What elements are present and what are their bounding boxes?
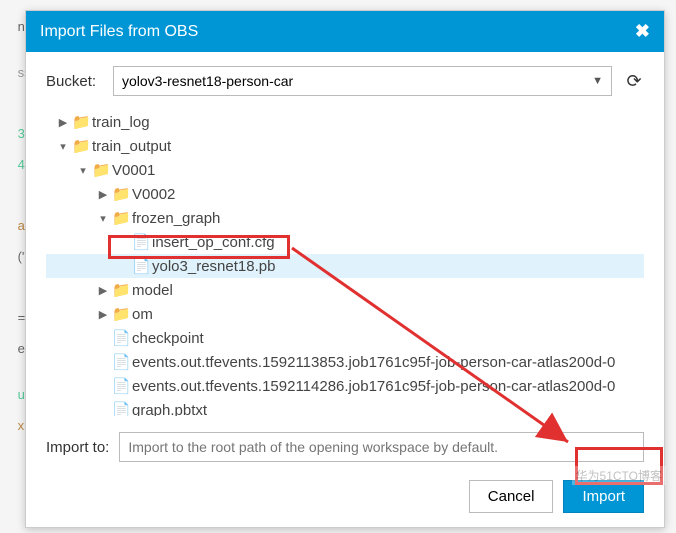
file-icon: 📄: [112, 377, 130, 395]
folder-icon: 📁: [112, 209, 130, 227]
chevron-down-icon: ▼: [592, 75, 603, 87]
tree-node-v0001[interactable]: ▾📁V0001: [46, 158, 644, 182]
refresh-icon[interactable]: ⟳: [624, 71, 644, 91]
bucket-select[interactable]: yolov3-resnet18-person-car ▼: [113, 66, 612, 96]
dialog-title: Import Files from OBS: [40, 23, 198, 41]
folder-icon: 📁: [72, 113, 90, 131]
tree-node-v0002[interactable]: ▶📁V0002: [46, 182, 644, 206]
tree-node-om[interactable]: ▶📁om: [46, 302, 644, 326]
file-icon: 📄: [132, 233, 150, 251]
close-icon[interactable]: ✖: [635, 21, 650, 42]
watermark: 华为51CTO博客: [572, 466, 666, 485]
file-icon: 📄: [112, 353, 130, 371]
tree-node-insert-op[interactable]: 📄insert_op_conf.cfg: [46, 230, 644, 254]
folder-icon: 📁: [92, 161, 110, 179]
dialog-header: Import Files from OBS ✖: [26, 11, 664, 52]
tree-node-model[interactable]: ▶📁model: [46, 278, 644, 302]
tree-node-graph-pbtxt[interactable]: 📄graph.pbtxt: [46, 398, 644, 416]
file-tree: ▶📁train_log ▾📁train_output ▾📁V0001 ▶📁V00…: [46, 106, 644, 416]
cancel-button[interactable]: Cancel: [469, 480, 554, 513]
bucket-label: Bucket:: [46, 73, 101, 90]
folder-icon: 📁: [72, 137, 90, 155]
dialog-body: Bucket: yolov3-resnet18-person-car ▼ ⟳ ▶…: [26, 52, 664, 424]
tree-node-yolo-pb[interactable]: 📄yolo3_resnet18.pb: [46, 254, 644, 278]
folder-icon: 📁: [112, 305, 130, 323]
folder-icon: 📁: [112, 185, 130, 203]
folder-icon: 📁: [112, 281, 130, 299]
import-to-input[interactable]: [119, 432, 644, 462]
tree-node-frozen-graph[interactable]: ▾📁frozen_graph: [46, 206, 644, 230]
tree-node-events1[interactable]: 📄events.out.tfevents.1592113853.job1761c…: [46, 350, 644, 374]
tree-node-train-log[interactable]: ▶📁train_log: [46, 110, 644, 134]
file-icon: 📄: [112, 401, 130, 416]
import-dialog: Import Files from OBS ✖ Bucket: yolov3-r…: [25, 10, 665, 528]
tree-node-events2[interactable]: 📄events.out.tfevents.1592114286.job1761c…: [46, 374, 644, 398]
file-icon: 📄: [112, 329, 130, 347]
tree-node-checkpoint[interactable]: 📄checkpoint: [46, 326, 644, 350]
code-background: np ss 35 40 at (" = en ud xi: [0, 0, 25, 533]
bucket-value: yolov3-resnet18-person-car: [122, 73, 293, 89]
file-icon: 📄: [132, 257, 150, 275]
tree-node-train-output[interactable]: ▾📁train_output: [46, 134, 644, 158]
dialog-footer: Cancel Import: [26, 470, 664, 527]
import-to-label: Import to:: [46, 439, 109, 456]
